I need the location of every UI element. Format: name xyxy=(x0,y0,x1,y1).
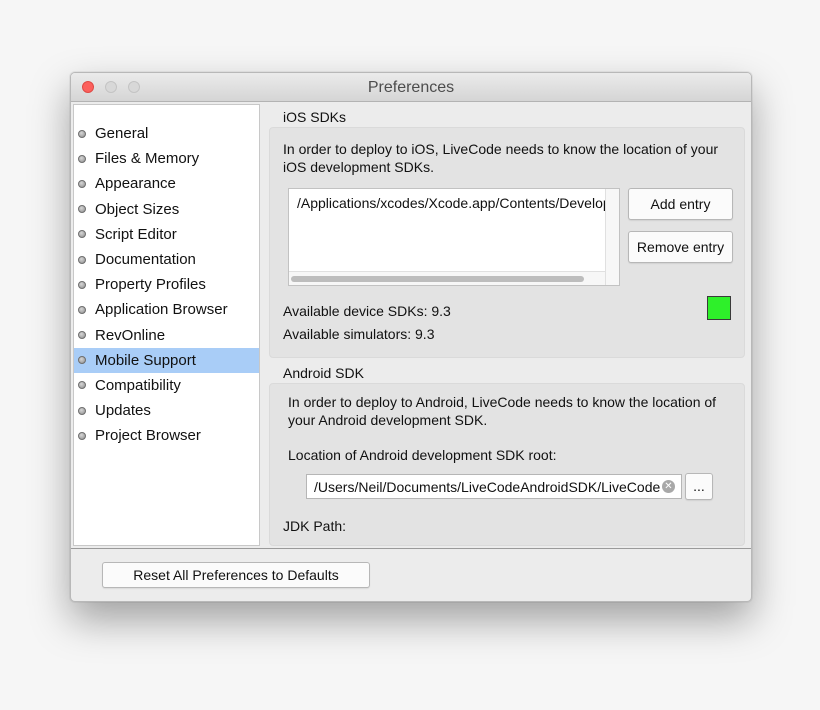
clear-field-icon[interactable]: ✕ xyxy=(662,480,675,493)
sidebar-item-application-browser[interactable]: Application Browser xyxy=(74,297,259,322)
android-sdk-section-label: Android SDK xyxy=(283,365,364,381)
sdk-status-indicator xyxy=(707,296,731,320)
radio-bullet-icon xyxy=(78,305,86,314)
horizontal-scroll-thumb[interactable] xyxy=(291,276,584,282)
radio-bullet-icon xyxy=(78,356,86,365)
preferences-sidebar: General Files & Memory Appearance Object Si… xyxy=(73,104,260,546)
sidebar-item-label: Property Profiles xyxy=(95,276,206,294)
sidebar-item-files-memory[interactable]: Files & Memory xyxy=(74,146,259,171)
ios-sdk-list[interactable]: /Applications/xcodes/Xcode.app/Contents/… xyxy=(288,188,620,286)
ios-description: In order to deploy to iOS, LiveCode need… xyxy=(283,141,719,175)
radio-bullet-icon xyxy=(78,129,86,138)
radio-bullet-icon xyxy=(78,431,86,440)
sidebar-item-label: Script Editor xyxy=(95,225,177,243)
android-sdk-path-value[interactable]: /Users/Neil/Documents/LiveCodeAndroidSDK… xyxy=(314,479,660,495)
radio-bullet-icon xyxy=(78,331,86,340)
sidebar-item-label: Files & Memory xyxy=(95,150,200,168)
sidebar-item-label: Appearance xyxy=(95,175,176,193)
window-title: Preferences xyxy=(367,79,455,96)
footer-divider xyxy=(71,548,751,549)
vertical-scrollbar[interactable] xyxy=(605,189,619,285)
sidebar-item-revonline[interactable]: RevOnline xyxy=(74,323,259,348)
sidebar-item-label: RevOnline xyxy=(95,326,166,344)
radio-bullet-icon xyxy=(78,154,86,163)
sidebar-item-property-profiles[interactable]: Property Profiles xyxy=(74,272,259,297)
sidebar-item-label: Updates xyxy=(95,402,151,420)
radio-bullet-icon xyxy=(78,205,86,214)
android-description: In order to deploy to Android, LiveCode … xyxy=(288,394,717,428)
radio-bullet-icon xyxy=(78,280,86,289)
ios-sdks-group: In order to deploy to iOS, LiveCode need… xyxy=(269,127,745,358)
sidebar-item-label: Application Browser xyxy=(95,301,228,319)
sidebar-item-documentation[interactable]: Documentation xyxy=(74,247,259,272)
sidebar-item-appearance[interactable]: Appearance xyxy=(74,171,259,196)
sidebar-item-compatibility[interactable]: Compatibility xyxy=(74,373,259,398)
sidebar-item-mobile-support[interactable]: Mobile Support xyxy=(74,347,259,373)
android-sdk-group: In order to deploy to Android, LiveCode … xyxy=(269,383,745,546)
radio-bullet-icon xyxy=(78,230,86,239)
sidebar-item-object-sizes[interactable]: Object Sizes xyxy=(74,197,259,222)
add-entry-button[interactable]: Add entry xyxy=(628,188,733,220)
ios-sdks-section-label: iOS SDKs xyxy=(283,109,347,125)
sidebar-item-project-browser[interactable]: Project Browser xyxy=(74,423,259,448)
available-device-sdks: Available device SDKs: 9.3 xyxy=(283,303,451,319)
sidebar-item-label: General xyxy=(95,125,149,143)
browse-button[interactable]: ... xyxy=(685,473,713,500)
sidebar-item-general[interactable]: General xyxy=(74,121,259,146)
jdk-path-label: JDK Path: xyxy=(283,518,347,534)
radio-bullet-icon xyxy=(78,381,86,390)
horizontal-scrollbar[interactable] xyxy=(289,271,605,285)
sidebar-item-label: Object Sizes xyxy=(95,200,180,218)
sidebar-item-updates[interactable]: Updates xyxy=(74,398,259,423)
android-location-label: Location of Android development SDK root… xyxy=(288,447,557,463)
radio-bullet-icon xyxy=(78,406,86,415)
radio-bullet-icon xyxy=(78,255,86,264)
sidebar-item-label: Mobile Support xyxy=(95,351,196,369)
sidebar-item-label: Documentation xyxy=(95,251,196,269)
sidebar-item-script-editor[interactable]: Script Editor xyxy=(74,222,259,247)
available-simulators: Available simulators: 9.3 xyxy=(283,326,435,342)
title-bar: Preferences xyxy=(71,73,751,102)
ios-sdk-entry[interactable]: /Applications/xcodes/Xcode.app/Contents/… xyxy=(297,195,605,211)
radio-bullet-icon xyxy=(78,179,86,188)
preferences-window: Preferences General Files & Memory Appeara… xyxy=(70,72,752,602)
sidebar-list: General Files & Memory Appearance Object Si… xyxy=(74,121,259,448)
remove-entry-button[interactable]: Remove entry xyxy=(628,231,733,263)
android-sdk-path-field[interactable]: /Users/Neil/Documents/LiveCodeAndroidSDK… xyxy=(306,474,682,499)
sidebar-item-label: Compatibility xyxy=(95,376,181,394)
reset-preferences-button[interactable]: Reset All Preferences to Defaults xyxy=(102,562,370,588)
sidebar-item-label: Project Browser xyxy=(95,427,201,445)
